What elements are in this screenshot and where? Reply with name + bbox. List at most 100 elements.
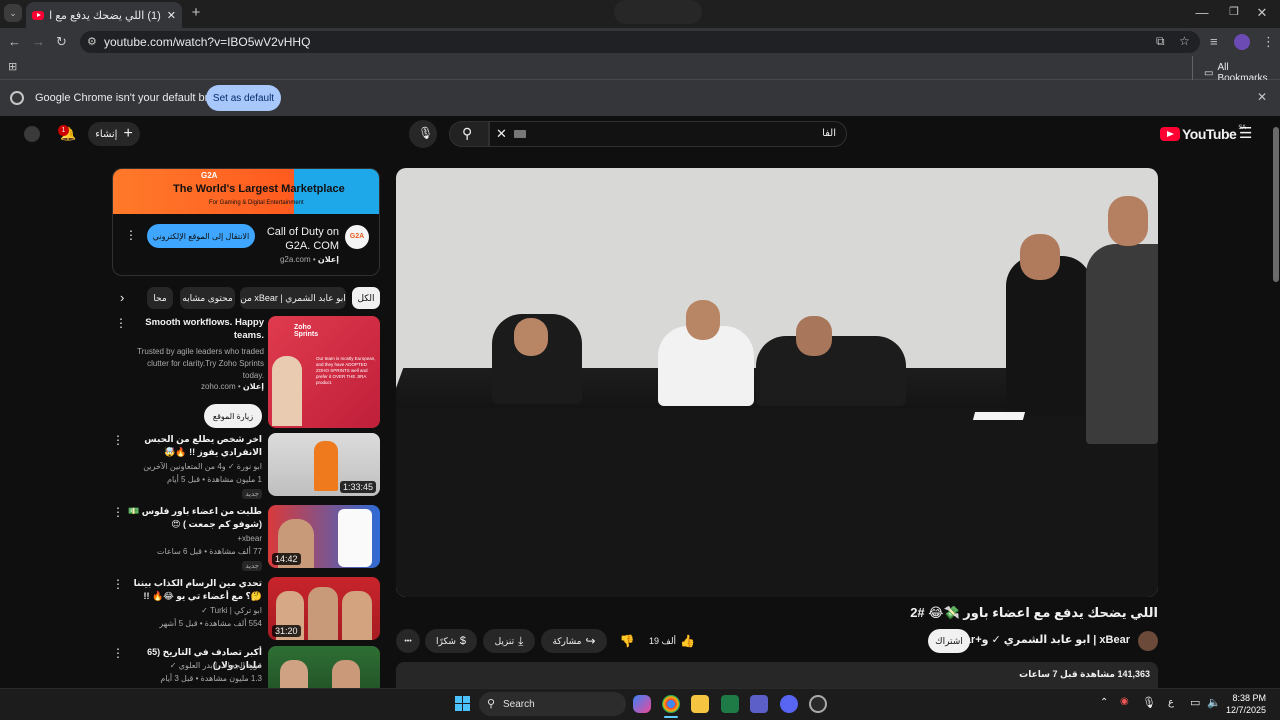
share-label: مشاركة [552, 635, 582, 646]
sponsored-more-icon[interactable]: ⋮ [115, 316, 127, 330]
voice-search-button[interactable]: 🎙 [409, 120, 437, 148]
excel-icon[interactable] [721, 695, 739, 713]
restore-icon[interactable]: ❐ [1224, 5, 1244, 18]
like-dislike-group [614, 0, 702, 24]
ad-more-icon[interactable]: ⋮ [125, 228, 137, 242]
bookmarks-divider [1192, 56, 1193, 80]
taskbar-clock[interactable]: 8:38 PM 12/7/2025 [1226, 692, 1266, 716]
forward-icon[interactable]: → [32, 34, 45, 49]
recommendation-thumbnail[interactable]: 31:20 [268, 577, 380, 640]
ad-banner-title: The World's Largest Marketplace [173, 183, 345, 195]
sponsored-visit-button[interactable]: زيارة الموقع [204, 404, 262, 428]
recommendation-item-3[interactable]: 31:20 تحدي مين الرسام الكذاب بيننا 🤔؟ مع… [112, 577, 380, 643]
video-views-line: 141,363 مشاهدة قبل 7 ساعات [1019, 669, 1150, 679]
copilot-icon[interactable] [633, 695, 651, 713]
chips-scroll-right-icon[interactable]: › [120, 290, 124, 305]
like-button[interactable]: 19 ألف 👍 [642, 629, 702, 653]
recommendation-thumbnail[interactable]: 14:42 [268, 505, 380, 568]
ad-banner-subtitle: For Gaming & Digital Entertainment [209, 200, 304, 206]
recommendation-thumbnail[interactable]: 1:33:45 [268, 433, 380, 496]
recommendation-more-icon[interactable]: ⋮ [112, 577, 124, 591]
new-tab-button[interactable]: + [186, 4, 206, 21]
taskbar-search[interactable]: ⚲ Search [479, 692, 626, 716]
recommendation-item-4[interactable]: أكبر تصادف في التاريخ (65 مليار دولار) ق… [112, 646, 380, 688]
download-button[interactable]: تنزيل ⤓ [483, 629, 535, 653]
volume-icon[interactable]: 🔈 [1207, 696, 1221, 709]
clear-search-icon[interactable]: ✕ [496, 126, 507, 142]
dislike-button[interactable]: 👎 [614, 629, 640, 653]
recommendation-channel: ابو تركي | Turki ✓ [201, 606, 262, 615]
subscribe-button[interactable]: اشتراك [928, 629, 970, 653]
browser-tab[interactable]: (1) اللي يضحك يدفع مع اعضاء باور ✕ [26, 2, 182, 28]
recommendation-more-icon[interactable]: ⋮ [112, 646, 124, 660]
sponsored-rec-source: zoho.com [200, 382, 236, 391]
plus-icon: + [123, 125, 133, 142]
channel-name[interactable]: xBear | ابو عابد الشمري ✓ و+xbear [946, 633, 1130, 646]
thanks-button[interactable]: شكرًا $ [425, 629, 477, 653]
close-tab-icon[interactable]: ✕ [167, 9, 176, 22]
close-window-icon[interactable]: ✕ [1252, 5, 1272, 21]
sponsored-thumb-person [272, 356, 302, 426]
profile-avatar[interactable] [1234, 34, 1250, 50]
reload-icon[interactable]: ↻ [56, 34, 67, 50]
bookmark-star-icon[interactable]: ☆ [1179, 34, 1190, 48]
channel-avatar[interactable] [1138, 631, 1158, 651]
chip-all[interactable]: الكل [352, 287, 380, 309]
page-scrollbar[interactable] [1272, 117, 1280, 688]
recommendation-thumbnail[interactable] [268, 646, 380, 688]
create-button[interactable]: إنشاء + [88, 122, 140, 146]
chip-related[interactable]: محتوى مشابه [180, 287, 235, 309]
account-avatar[interactable] [24, 126, 40, 142]
ad-visit-site-button[interactable]: الانتقال إلى الموقع الإلكتروني [147, 224, 255, 248]
install-app-icon[interactable]: ⧉ [1156, 34, 1165, 49]
chrome-menu-icon[interactable]: ⋮ [1262, 34, 1275, 50]
apps-grid-icon[interactable]: ⊞ [8, 60, 17, 73]
search-input[interactable]: ✕ الفا [489, 121, 847, 147]
sponsored-thumbnail[interactable]: Zoho Sprints Our team is mostly European… [268, 316, 380, 428]
more-actions-button[interactable]: ••• [396, 629, 420, 653]
reading-list-icon[interactable]: ≡ [1210, 34, 1218, 49]
scene-face [796, 316, 832, 356]
start-button[interactable] [455, 696, 471, 712]
ad-sponsor-domain: g2a.com [279, 255, 311, 264]
video-duration: 1:33:45 [339, 481, 376, 493]
tray-microphone-icon[interactable]: 🎙 [1142, 696, 1156, 709]
site-info-icon[interactable]: ⚙ [87, 35, 97, 48]
back-icon[interactable]: ← [8, 34, 21, 49]
scrollbar-thumb[interactable] [1273, 127, 1279, 282]
recommendation-item-2[interactable]: 14:42 طلبت من اعضاء باور فلوس 💵 (شوفو كم… [112, 505, 380, 571]
share-button[interactable]: مشاركة ↪ [541, 629, 607, 653]
tray-app-icon[interactable]: ◉ [1120, 696, 1129, 707]
infobar-close-icon[interactable]: ✕ [1257, 90, 1267, 104]
recommendation-item-1[interactable]: 1:33:45 اخر شخص يطلع من الحبس الانفرادي … [112, 433, 380, 499]
download-label: تنزيل [494, 635, 515, 646]
recommendation-meta: 1 مليون مشاهدة • قبل 5 أيام [166, 475, 262, 484]
ad-banner-image[interactable]: G2A The World's Largest Marketplace For … [113, 169, 379, 214]
sponsored-ad-card[interactable]: G2A The World's Largest Marketplace For … [112, 168, 380, 276]
guide-menu-icon[interactable]: ☰ [1239, 124, 1252, 142]
chip-partial[interactable]: محا [147, 287, 173, 309]
chip-from-channel[interactable]: من xBear | ابو عابد الشمري [240, 287, 346, 309]
network-icon[interactable]: ▭ [1190, 696, 1200, 709]
input-language[interactable]: ع [1168, 697, 1174, 708]
search-button[interactable]: ⚲ [449, 121, 489, 147]
thumb-figure [342, 591, 372, 640]
address-bar[interactable]: ⚙ youtube.com/watch?v=IBO5wV2vHHQ ⧉ ☆ [80, 31, 1200, 53]
discord-icon[interactable] [780, 695, 798, 713]
recommendation-more-icon[interactable]: ⋮ [112, 505, 124, 519]
keyboard-icon[interactable] [514, 130, 526, 138]
chrome-taskbar-icon[interactable] [662, 695, 680, 713]
teams-icon[interactable] [750, 695, 768, 713]
sponsored-recommendation[interactable]: Zoho Sprints Our team is mostly European… [112, 316, 380, 430]
set-as-default-button[interactable]: Set as default [206, 85, 281, 111]
youtube-logo[interactable]: YouTube SA [1160, 125, 1246, 142]
recommendation-more-icon[interactable]: ⋮ [112, 433, 124, 447]
like-count: 19 ألف [648, 635, 677, 646]
minimize-icon[interactable]: — [1192, 5, 1212, 20]
show-hidden-icons-icon[interactable]: ⌃ [1100, 697, 1108, 708]
app-icon[interactable] [809, 695, 827, 713]
tab-search-icon[interactable]: ⌄ [4, 4, 22, 22]
file-explorer-icon[interactable] [691, 695, 709, 713]
video-player[interactable] [396, 168, 1158, 597]
thumb-figure [280, 660, 308, 688]
